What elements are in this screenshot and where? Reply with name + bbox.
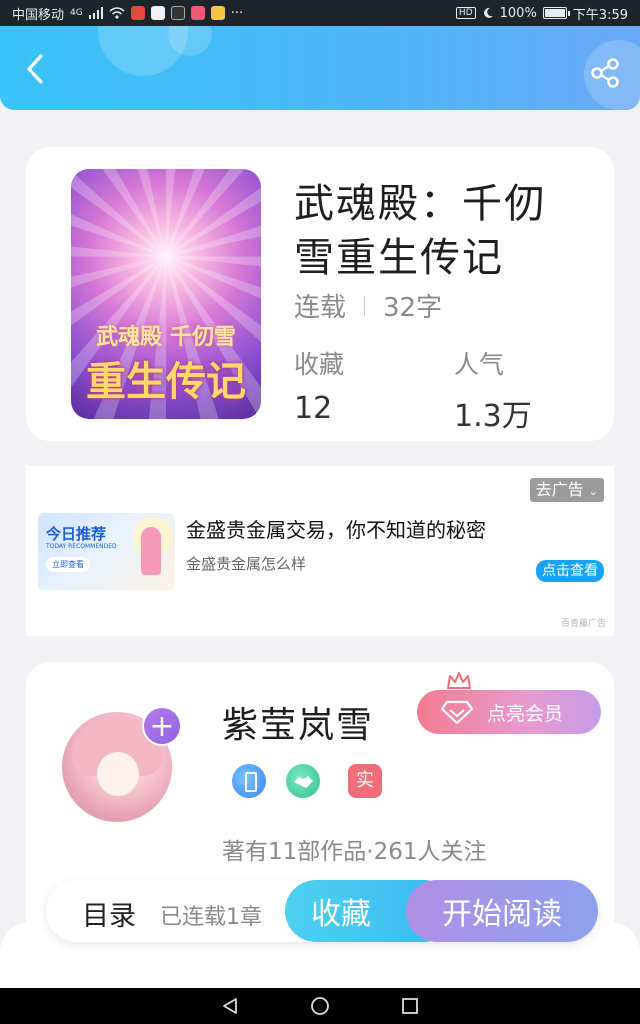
notification-app-icon bbox=[170, 6, 185, 20]
notification-app-icon bbox=[190, 6, 205, 20]
ad-banner[interactable]: 去广告 ⌄ 今日推荐 TODAY RECOMMENDED 立即查看 金盛贵金属交… bbox=[26, 466, 614, 636]
hd-badge: HD bbox=[455, 7, 476, 19]
start-reading-button[interactable]: 开始阅读 bbox=[406, 880, 598, 942]
follow-button[interactable]: + bbox=[142, 706, 182, 746]
status-right: HD 100% 下午3:59 bbox=[455, 4, 628, 23]
avatar-face-art bbox=[97, 752, 139, 796]
crown-icon bbox=[447, 672, 471, 692]
table-of-contents-button[interactable]: 目录 bbox=[82, 894, 136, 933]
book-word-count: 32字 bbox=[383, 293, 443, 323]
system-nav-bar bbox=[0, 988, 640, 1024]
ad-subtitle: 金盛贵金属怎么样 bbox=[186, 555, 307, 573]
cover-title-line-2: 重生传记 bbox=[86, 359, 246, 405]
favorites-value: 12 bbox=[294, 391, 333, 426]
signal-icon bbox=[88, 7, 103, 19]
favorite-label: 收藏 bbox=[311, 897, 371, 932]
phone-verified-icon[interactable] bbox=[232, 764, 266, 798]
battery-percent: 100% bbox=[499, 5, 537, 21]
moon-icon bbox=[483, 7, 493, 18]
nav-home-button[interactable] bbox=[305, 991, 335, 1021]
ad-image-title: 今日推荐 bbox=[46, 525, 107, 543]
book-meta: 连载 32字 bbox=[294, 287, 442, 324]
square-recents-icon bbox=[402, 998, 418, 1014]
header-bar bbox=[0, 26, 640, 110]
activate-vip-button[interactable]: 点亮会员 bbox=[417, 690, 601, 734]
start-reading-label: 开始阅读 bbox=[442, 897, 562, 932]
author-name: 紫莹岚雪 bbox=[222, 705, 375, 746]
nav-back-button[interactable] bbox=[215, 991, 245, 1021]
handshake-glyph bbox=[294, 776, 313, 788]
notification-app-icon bbox=[150, 6, 165, 20]
clock: 下午3:59 bbox=[572, 7, 628, 23]
book-status: 连载 bbox=[294, 293, 347, 323]
action-bar: 目录 已连载1章 收藏 开始阅读 bbox=[46, 880, 598, 942]
popularity-value: 1.3万 bbox=[454, 399, 532, 434]
book-info-card: 武魂殿 千仞雪 重生传记 武魂殿：千仞雪重生传记 连载 32字 收藏 12 人气… bbox=[26, 147, 614, 441]
ad-person-art bbox=[141, 527, 161, 575]
remove-ad-button[interactable]: 去广告 ⌄ bbox=[529, 478, 604, 502]
network-label: 4G bbox=[70, 8, 83, 18]
ad-source: 百青藤广告 bbox=[560, 619, 606, 629]
more-notifications: ··· bbox=[230, 5, 244, 21]
nav-recents-button[interactable] bbox=[395, 991, 425, 1021]
chevron-down-icon: ⌄ bbox=[588, 485, 598, 498]
wifi-icon bbox=[109, 7, 125, 19]
carrier-label: 中国移动 bbox=[12, 7, 65, 23]
meta-divider bbox=[364, 295, 366, 316]
popularity-label: 人气 bbox=[454, 350, 505, 379]
ad-image-subtitle: TODAY RECOMMENDED bbox=[46, 543, 117, 550]
favorites-label: 收藏 bbox=[294, 350, 345, 379]
circle-home-icon bbox=[311, 997, 329, 1015]
notification-app-icon bbox=[210, 6, 225, 20]
chevron-left-icon bbox=[27, 54, 43, 84]
triangle-back-icon bbox=[223, 998, 237, 1014]
share-button[interactable] bbox=[588, 56, 622, 90]
real-name-badge[interactable]: 实 bbox=[348, 764, 382, 798]
handshake-icon[interactable] bbox=[286, 764, 320, 798]
chapter-count: 已连载1章 bbox=[160, 905, 262, 930]
status-bar: 中国移动 4G ··· HD 100% 下午3:59 bbox=[0, 0, 640, 26]
cover-title-line-1: 武魂殿 千仞雪 bbox=[96, 325, 236, 350]
book-cover[interactable]: 武魂殿 千仞雪 重生传记 bbox=[71, 169, 261, 419]
ad-image[interactable]: 今日推荐 TODAY RECOMMENDED 立即查看 bbox=[38, 513, 175, 590]
author-stats: 著有11部作品·261人关注 bbox=[222, 839, 487, 865]
vip-label: 点亮会员 bbox=[487, 702, 564, 725]
diamond-icon bbox=[441, 700, 473, 724]
ad-title: 金盛贵金属交易，你不知道的秘密 bbox=[186, 518, 486, 542]
battery-icon bbox=[542, 7, 570, 19]
back-button[interactable] bbox=[18, 52, 52, 86]
remove-ad-label: 去广告 bbox=[535, 480, 584, 499]
share-icon bbox=[591, 58, 619, 88]
status-left: 中国移动 4G ··· bbox=[12, 4, 243, 23]
notification-app-icon bbox=[130, 6, 145, 20]
ad-image-cta: 立即查看 bbox=[46, 557, 90, 572]
book-title: 武魂殿：千仞雪重生传记 bbox=[294, 181, 546, 281]
ad-cta-button[interactable]: 点击查看 bbox=[536, 560, 604, 582]
